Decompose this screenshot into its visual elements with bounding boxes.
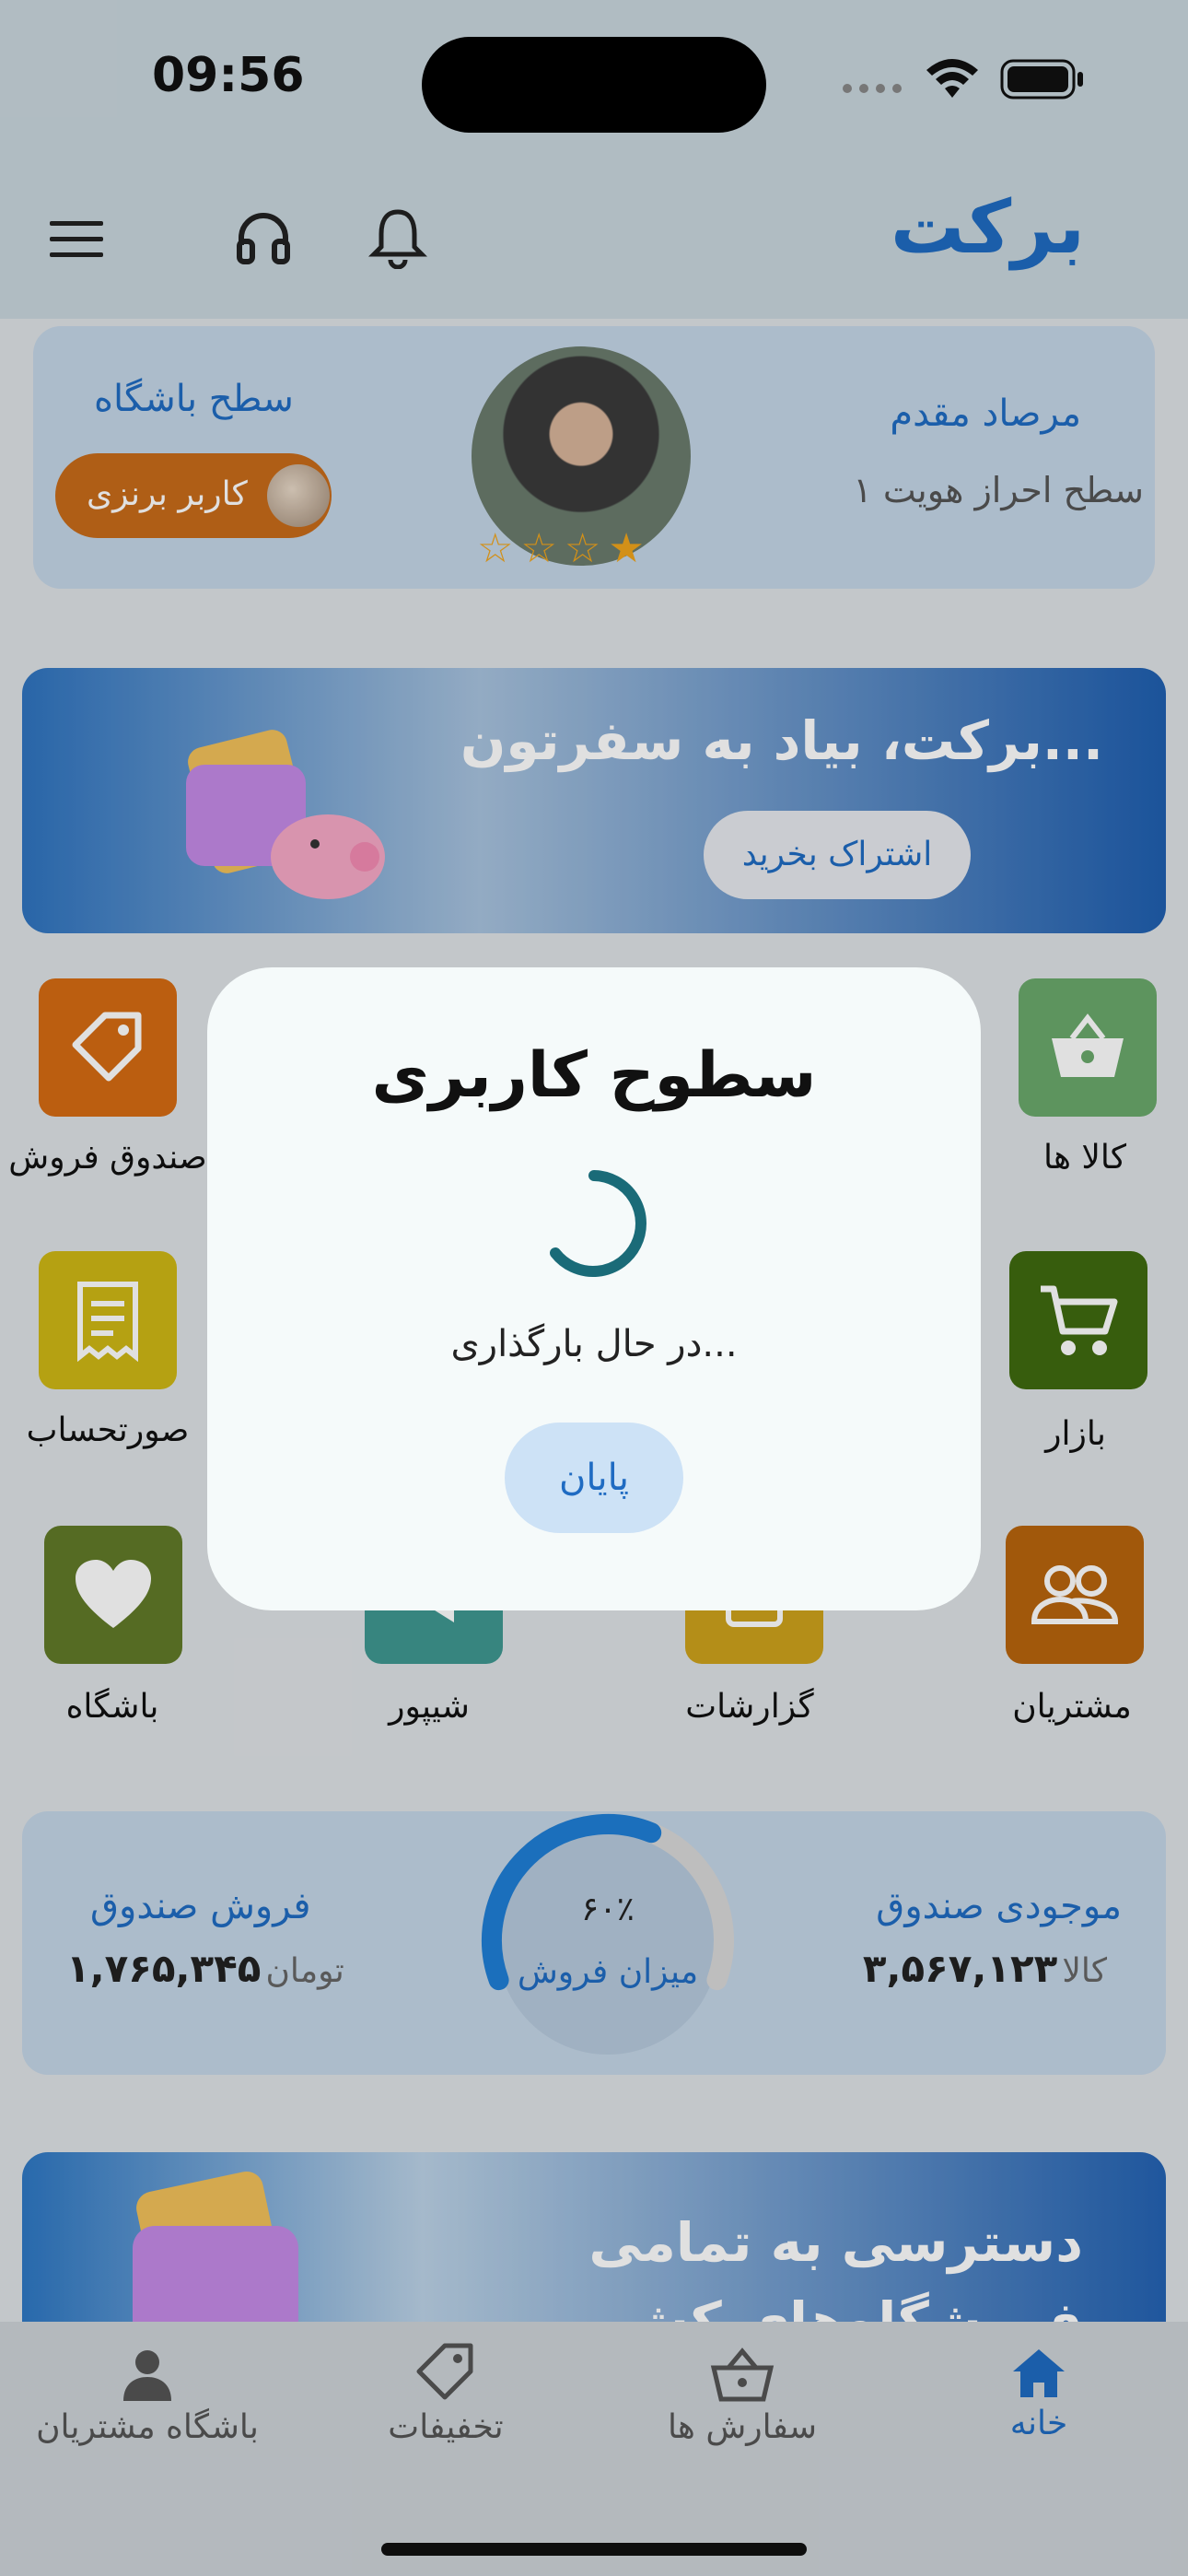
- loading-text: در حال بارگذاری...: [450, 1323, 738, 1365]
- loading-spinner: [550, 1170, 646, 1277]
- dialog-title: سطوح کاربری: [371, 1039, 817, 1112]
- finish-button[interactable]: پایان: [505, 1423, 683, 1533]
